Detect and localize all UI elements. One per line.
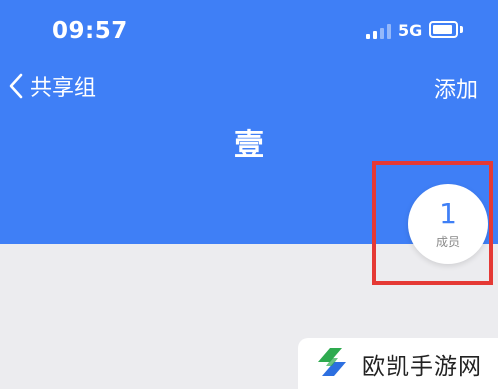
back-label: 共享组 bbox=[30, 76, 97, 101]
group-title: 壹 bbox=[234, 128, 264, 163]
member-label: 成员 bbox=[435, 234, 460, 249]
member-count: 1 bbox=[439, 196, 457, 230]
navigation-bar: 共享组 添加 bbox=[0, 64, 498, 108]
chevron-left-icon bbox=[6, 71, 26, 101]
back-button[interactable]: 共享组 bbox=[6, 64, 96, 108]
signal-bars-icon bbox=[366, 24, 392, 39]
battery-tip bbox=[460, 26, 463, 33]
watermark: 欧凯手游网 bbox=[298, 338, 498, 389]
member-count-button[interactable]: 1 成员 bbox=[408, 184, 488, 264]
add-button[interactable]: 添加 bbox=[434, 72, 478, 104]
battery-icon bbox=[429, 21, 458, 38]
status-time: 09:57 bbox=[52, 18, 128, 44]
watermark-text: 欧凯手游网 bbox=[362, 353, 482, 380]
network-type: 5G bbox=[398, 21, 423, 40]
brand-logo-icon bbox=[312, 342, 352, 386]
status-bar: 09:57 5G bbox=[0, 0, 498, 60]
